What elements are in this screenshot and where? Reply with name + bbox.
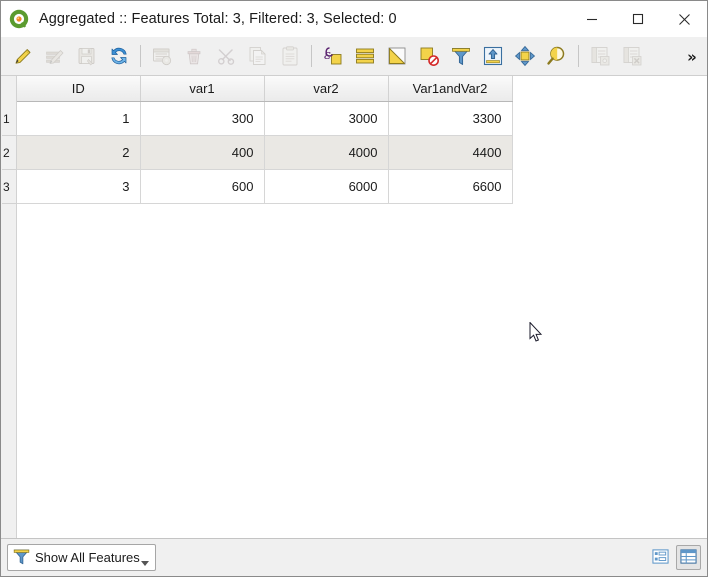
- chevron-down-icon[interactable]: [140, 561, 149, 566]
- invert-selection-icon: [386, 45, 408, 67]
- refresh-icon: [108, 45, 130, 67]
- attribute-table-container[interactable]: ID var1 var2 Var1andVar2 1 300 3000 3300 2 400 40…: [2, 76, 707, 538]
- cell-id-row2[interactable]: 2: [17, 135, 141, 170]
- pan-map-to-selection-button[interactable]: [509, 40, 541, 72]
- table-row[interactable]: 3 600 6000 6600: [17, 169, 513, 204]
- qgis-logo-icon: [8, 8, 30, 30]
- table-view-icon: [680, 548, 697, 568]
- paste-icon: [279, 45, 301, 67]
- new-column-icon: [589, 45, 611, 67]
- cell-var1-row1[interactable]: 300: [140, 101, 265, 136]
- expression-select-icon: ε: [322, 45, 344, 67]
- attribute-table-window: Aggregated :: Features Total: 3, Filtere…: [0, 0, 708, 577]
- paste-features-button[interactable]: [274, 40, 306, 72]
- table-row[interactable]: 1 300 3000 3300: [17, 101, 513, 136]
- toggle-editing-button[interactable]: [7, 40, 39, 72]
- table-row[interactable]: 2 400 4000 4400: [17, 135, 513, 170]
- column-header-var1[interactable]: var1: [140, 76, 265, 102]
- form-view-button[interactable]: [648, 545, 673, 570]
- cell-var1andvar2-row3[interactable]: 6600: [388, 169, 513, 204]
- delete-selected-button[interactable]: [178, 40, 210, 72]
- move-selection-to-top-button[interactable]: [477, 40, 509, 72]
- close-button[interactable]: [661, 1, 707, 37]
- delete-field-button[interactable]: [616, 40, 648, 72]
- table-header-row: ID var1 var2 Var1andVar2: [17, 76, 513, 102]
- cell-var1andvar2-row1[interactable]: 3300: [388, 101, 513, 136]
- table-content-area: ID var1 var2 Var1andVar2 1 300 3000 3300 2 400 40…: [1, 76, 707, 538]
- cell-var1-row2[interactable]: 400: [140, 135, 265, 170]
- add-feature-button[interactable]: [146, 40, 178, 72]
- show-all-features-label: Show All Features: [35, 550, 140, 565]
- cell-var2-row1[interactable]: 3000: [264, 101, 389, 136]
- funnel-icon: [12, 547, 31, 569]
- column-header-id[interactable]: ID: [17, 76, 141, 102]
- column-header-var1andvar2[interactable]: Var1andVar2: [388, 76, 513, 102]
- cell-var1andvar2-row2[interactable]: 4400: [388, 135, 513, 170]
- separator-2: [311, 45, 312, 67]
- multi-edit-icon: [44, 45, 66, 67]
- attribute-table[interactable]: ID var1 var2 Var1andVar2 1 300 3000 3300 2 400 40…: [17, 76, 513, 204]
- cut-features-button[interactable]: [210, 40, 242, 72]
- cell-id-row3[interactable]: 3: [17, 169, 141, 204]
- funnel-icon: [450, 45, 472, 67]
- move-top-icon: [482, 45, 504, 67]
- separator-1: [140, 45, 141, 67]
- select-all-icon: [354, 45, 376, 67]
- zoom-icon: [546, 45, 568, 67]
- cell-var2-row3[interactable]: 6000: [264, 169, 389, 204]
- title-bar: Aggregated :: Features Total: 3, Filtere…: [1, 1, 707, 37]
- separator-3: [578, 45, 579, 67]
- multi-edit-button[interactable]: [39, 40, 71, 72]
- invert-selection-button[interactable]: [381, 40, 413, 72]
- new-record-icon: [151, 45, 173, 67]
- delete-column-icon: [621, 45, 643, 67]
- window-controls: [569, 1, 707, 37]
- select-by-expression-button[interactable]: ε: [317, 40, 349, 72]
- column-header-var2[interactable]: var2: [264, 76, 389, 102]
- pencil-icon: [12, 45, 34, 67]
- copy-features-button[interactable]: [242, 40, 274, 72]
- save-icon: [76, 45, 98, 67]
- filter-expression-button[interactable]: [445, 40, 477, 72]
- copy-icon: [247, 45, 269, 67]
- new-field-button[interactable]: [584, 40, 616, 72]
- trash-icon: [183, 45, 205, 67]
- save-edits-button[interactable]: [71, 40, 103, 72]
- attribute-table-toolbar: ε »: [1, 37, 707, 76]
- scissors-icon: [215, 45, 237, 67]
- pan-icon: [514, 45, 536, 67]
- maximize-button[interactable]: [615, 1, 661, 37]
- cell-id-row1[interactable]: 1: [17, 101, 141, 136]
- cell-var2-row2[interactable]: 4000: [264, 135, 389, 170]
- row-header-gutter: [1, 76, 17, 538]
- status-bar: Show All Features: [1, 538, 707, 576]
- zoom-map-to-selection-button[interactable]: [541, 40, 573, 72]
- deselect-all-icon: [418, 45, 440, 67]
- show-all-features-button[interactable]: Show All Features: [7, 544, 156, 571]
- form-view-icon: [652, 548, 669, 568]
- toolbar-overflow-button[interactable]: »: [681, 37, 703, 76]
- select-all-button[interactable]: [349, 40, 381, 72]
- reload-table-button[interactable]: [103, 40, 135, 72]
- deselect-all-button[interactable]: [413, 40, 445, 72]
- minimize-button[interactable]: [569, 1, 615, 37]
- cell-var1-row3[interactable]: 600: [140, 169, 265, 204]
- table-view-button[interactable]: [676, 545, 701, 570]
- window-title: Aggregated :: Features Total: 3, Filtere…: [39, 11, 397, 27]
